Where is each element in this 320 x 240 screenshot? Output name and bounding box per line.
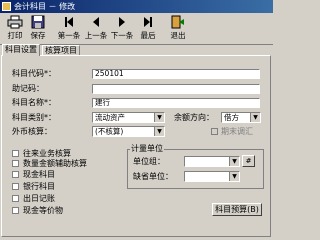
journal-label: 出日记账 [23, 194, 55, 203]
chevron-down-icon: ▼ [154, 127, 164, 136]
account-type-label: 科目类别*： [12, 113, 56, 122]
currency-value: (不核算) [95, 127, 124, 136]
next-record-button[interactable]: 下一条 [110, 14, 134, 43]
account-code-field[interactable]: 250101 [92, 69, 260, 79]
toolbar: 打印 保存 第一条 上一条 下一条 最后 退出 [0, 13, 273, 45]
save-button[interactable]: 保存 [26, 14, 50, 43]
balance-direction-value: 借方 [224, 113, 239, 122]
cash-label: 现金科目 [23, 170, 55, 179]
last-record-button[interactable]: 最后 [136, 14, 160, 43]
window-title: 会计科目 － 修改 [14, 2, 76, 11]
bank-checkbox[interactable] [12, 183, 19, 190]
quantity-label: 数量金额辅助核算 [23, 159, 87, 168]
currency-select[interactable]: (不核算) ▼ [92, 126, 165, 137]
chevron-down-icon: ▼ [154, 113, 164, 122]
unit-group-browse-button[interactable]: # [242, 155, 255, 167]
account-code-label: 科目代码*： [12, 69, 56, 78]
quantity-checkbox[interactable] [12, 160, 19, 167]
exit-door-icon [171, 15, 184, 29]
first-record-button[interactable]: 第一条 [57, 14, 81, 43]
prev-record-button[interactable]: 上一条 [84, 14, 108, 43]
mnemonic-label: 助记码： [12, 84, 44, 93]
chevron-down-icon: ▼ [250, 113, 260, 122]
contact-checkbox[interactable] [12, 150, 19, 157]
account-name-field[interactable]: 建行 [92, 98, 260, 108]
account-name-label: 科目名称*： [12, 98, 56, 107]
period-adjust-checkbox[interactable] [211, 128, 218, 135]
last-record-label: 最后 [140, 31, 156, 40]
cash-equivalent-checkbox[interactable] [12, 207, 19, 214]
balance-direction-select[interactable]: 借方 ▼ [221, 112, 261, 123]
last-record-icon [144, 17, 152, 27]
next-record-label: 下一条 [110, 31, 134, 40]
app-icon [2, 2, 11, 11]
currency-label: 外币核算： [12, 127, 52, 136]
next-record-icon [119, 17, 125, 27]
prev-record-label: 上一条 [84, 31, 108, 40]
cash-equivalent-label: 现金等价物 [23, 206, 63, 215]
prev-record-icon [93, 17, 99, 27]
exit-button[interactable]: 退出 [166, 14, 190, 43]
cash-checkbox[interactable] [12, 171, 19, 178]
save-disk-icon [31, 15, 45, 29]
tab-account-settings[interactable]: 科目设置 [2, 44, 40, 56]
journal-checkbox[interactable] [12, 195, 19, 202]
period-adjust-label: 期末调汇 [221, 127, 253, 136]
bank-label: 银行科目 [23, 182, 55, 191]
account-budget-button[interactable]: 科目预算(B) [212, 203, 262, 216]
first-record-label: 第一条 [57, 31, 81, 40]
exit-label: 退出 [170, 31, 186, 40]
first-record-icon [65, 17, 73, 27]
print-label: 打印 [7, 31, 23, 40]
unit-group-select[interactable]: ▼ [184, 156, 240, 167]
default-unit-label: 缺省单位： [133, 172, 173, 181]
chevron-down-icon: ▼ [229, 157, 239, 166]
print-button[interactable]: 打印 [3, 14, 27, 43]
title-bar: 会计科目 － 修改 [0, 0, 273, 13]
unit-group-label: 单位组： [133, 157, 165, 166]
chevron-down-icon: ▼ [229, 172, 239, 181]
printer-icon [7, 15, 23, 29]
measurement-unit-title: 计量单位 [130, 144, 164, 154]
ellipsis-icon: # [245, 157, 252, 165]
contact-label: 往来业务核算 [23, 149, 71, 158]
mnemonic-field[interactable] [92, 84, 260, 94]
save-label: 保存 [30, 31, 46, 40]
account-type-value: 流动资产 [95, 113, 125, 122]
default-unit-select[interactable]: ▼ [184, 171, 240, 182]
account-type-select[interactable]: 流动资产 ▼ [92, 112, 165, 123]
balance-direction-label: 余额方向： [174, 113, 214, 122]
